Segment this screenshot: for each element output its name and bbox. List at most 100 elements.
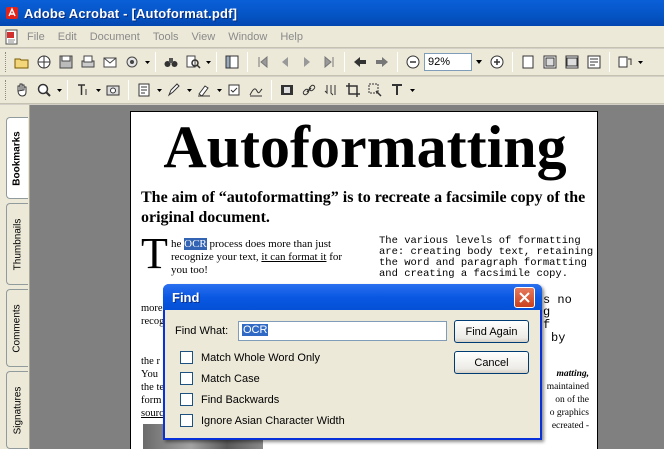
next-view-icon[interactable]	[371, 51, 393, 73]
title-bar[interactable]: Adobe Acrobat - [Autoformat.pdf]	[0, 0, 664, 26]
find-again-button[interactable]: Find Again	[454, 320, 529, 343]
scan-icon[interactable]	[121, 51, 143, 73]
close-button[interactable]	[514, 287, 535, 308]
find-what-input[interactable]: OCR	[238, 321, 447, 341]
text-fragment: o graphics	[549, 408, 589, 418]
chevron-down-icon[interactable]	[408, 79, 416, 101]
menu-view[interactable]: View	[191, 29, 217, 45]
toolbar-separator	[512, 52, 513, 72]
tab-thumbnails[interactable]: Thumbnails	[6, 203, 28, 285]
close-icon	[519, 292, 530, 303]
snapshot-icon[interactable]	[102, 79, 124, 101]
zoom-input[interactable]: 92%	[424, 53, 472, 71]
search-binoculars-icon[interactable]	[160, 51, 182, 73]
previous-page-icon[interactable]	[274, 51, 296, 73]
toolbar-separator	[609, 52, 610, 72]
toolbar-separator	[247, 52, 248, 72]
navigation-pane: Bookmarks Thumbnails Comments Signatures	[0, 105, 30, 449]
ignore-asian-width-checkbox[interactable]: Ignore Asian Character Width	[180, 414, 345, 427]
chevron-down-icon[interactable]	[143, 51, 151, 73]
toolbar-separator	[155, 52, 156, 72]
print-icon[interactable]	[77, 51, 99, 73]
chevron-down-icon[interactable]	[636, 51, 644, 73]
pencil-tool-icon[interactable]	[163, 79, 185, 101]
zoom-tool-icon[interactable]	[33, 79, 55, 101]
chevron-down-icon[interactable]	[94, 79, 102, 101]
menu-window[interactable]: Window	[227, 29, 268, 45]
text-fragment: by	[551, 331, 566, 345]
text-fragment: f	[543, 318, 551, 332]
menu-help[interactable]: Help	[279, 29, 304, 45]
find-dialog-title-bar[interactable]: Find	[163, 284, 542, 310]
reflow-icon[interactable]	[583, 51, 605, 73]
chevron-down-icon[interactable]	[472, 53, 486, 71]
open-icon[interactable]	[11, 51, 33, 73]
sign-tool-icon[interactable]	[245, 79, 267, 101]
acrobat-icon	[4, 5, 20, 21]
menu-bar: File Edit Document Tools View Window Hel…	[0, 26, 664, 48]
text-fragment: more	[141, 303, 163, 314]
tab-comments[interactable]: Comments	[6, 289, 28, 367]
chevron-down-icon[interactable]	[55, 79, 63, 101]
crop-tool-icon[interactable]	[342, 79, 364, 101]
previous-view-icon[interactable]	[349, 51, 371, 73]
find-icon[interactable]	[182, 51, 204, 73]
text-select-icon[interactable]	[72, 79, 94, 101]
menu-edit[interactable]: Edit	[57, 29, 78, 45]
zoom-in-icon[interactable]	[486, 51, 508, 73]
next-page-icon[interactable]	[296, 51, 318, 73]
stamp-tool-icon[interactable]	[223, 79, 245, 101]
highlighter-tool-icon[interactable]	[193, 79, 215, 101]
tab-bookmarks[interactable]: Bookmarks	[6, 117, 28, 199]
text-fragment: form	[141, 395, 162, 406]
text-fragment: the r	[141, 356, 160, 367]
text-fragment: the te	[141, 382, 165, 393]
chevron-down-icon[interactable]	[155, 79, 163, 101]
find-what-label: Find What:	[175, 325, 229, 337]
menu-file[interactable]: File	[26, 29, 46, 45]
tab-signatures[interactable]: Signatures	[6, 371, 28, 449]
tools-toolbar	[0, 77, 664, 104]
article-tool-icon[interactable]	[320, 79, 342, 101]
movie-tool-icon[interactable]	[276, 79, 298, 101]
intro-paragraph: he OCR process does more than just recog…	[171, 238, 343, 276]
touchup-text-icon[interactable]	[386, 79, 408, 101]
show-hide-navigation-icon[interactable]	[221, 51, 243, 73]
save-icon[interactable]	[55, 51, 77, 73]
match-case-checkbox[interactable]: Match Case	[180, 372, 260, 385]
chevron-down-icon[interactable]	[204, 51, 212, 73]
rotate-view-icon[interactable]	[614, 51, 636, 73]
fit-page-icon[interactable]	[539, 51, 561, 73]
actual-size-icon[interactable]	[517, 51, 539, 73]
text-fragment: maintained	[546, 382, 589, 392]
acrobat-window: Adobe Acrobat - [Autoformat.pdf] File Ed…	[0, 0, 664, 449]
menu-tools[interactable]: Tools	[152, 29, 180, 45]
zoom-out-icon[interactable]	[402, 51, 424, 73]
first-page-icon[interactable]	[252, 51, 274, 73]
fit-width-icon[interactable]	[561, 51, 583, 73]
open-web-page-icon[interactable]	[33, 51, 55, 73]
find-dialog: Find Find What: OCR Find Again Cancel Ma…	[163, 284, 542, 440]
cancel-button[interactable]: Cancel	[454, 351, 529, 374]
last-page-icon[interactable]	[318, 51, 340, 73]
text-fragment: You	[141, 369, 159, 380]
link-tool-icon[interactable]	[298, 79, 320, 101]
chevron-down-icon[interactable]	[185, 79, 193, 101]
toolbar-separator	[344, 52, 345, 72]
match-whole-word-checkbox[interactable]: Match Whole Word Only	[180, 351, 320, 364]
find-backwards-checkbox[interactable]: Find Backwards	[180, 393, 279, 406]
text-fragment: on of the	[555, 395, 589, 405]
text-fragment: recog	[141, 316, 165, 327]
toolbar-separator	[397, 52, 398, 72]
note-tool-icon[interactable]	[133, 79, 155, 101]
toolbar-grip[interactable]	[5, 52, 8, 72]
menu-document[interactable]: Document	[89, 29, 141, 45]
toolbar-grip[interactable]	[5, 80, 8, 100]
document-heading: Autoformatting	[163, 114, 567, 180]
hand-tool-icon[interactable]	[11, 79, 33, 101]
pdf-document-icon[interactable]	[4, 29, 20, 45]
touchup-object-icon[interactable]	[364, 79, 386, 101]
search-highlight: OCR	[184, 238, 207, 250]
email-icon[interactable]	[99, 51, 121, 73]
chevron-down-icon[interactable]	[215, 79, 223, 101]
